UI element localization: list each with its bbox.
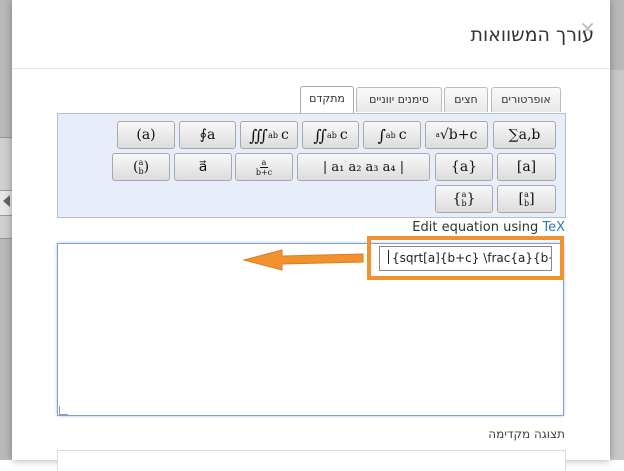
callout-code-field: {sqrt[a]{b+c} \frac{a}{b+c\ xyxy=(379,246,552,271)
text-caret xyxy=(388,250,389,264)
code-callout: {sqrt[a]{b+c} \frac{a}{b+c\ xyxy=(367,236,564,280)
callout-code-text: {sqrt[a]{b+c} \frac{a}{b+c\ xyxy=(392,251,552,265)
orange-arrow-icon xyxy=(242,249,364,271)
annotation-overlay xyxy=(242,249,364,271)
